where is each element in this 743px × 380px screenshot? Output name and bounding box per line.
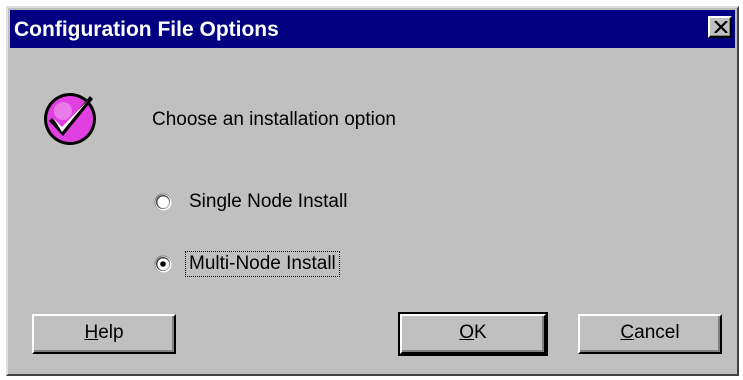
checkmark-icon [40, 88, 100, 148]
single-node-option[interactable]: Single Node Install [154, 190, 350, 214]
prompt-text: Choose an installation option [152, 109, 397, 130]
multi-node-label[interactable]: Multi-Node Install [185, 251, 340, 277]
configuration-dialog: Configuration File Options Choose an ins… [6, 6, 739, 376]
single-node-label[interactable]: Single Node Install [186, 190, 350, 214]
radio-button-selected[interactable] [154, 255, 172, 273]
help-label-rest: elp [98, 322, 124, 343]
close-button[interactable] [708, 16, 732, 38]
ok-button[interactable]: OK [398, 312, 548, 356]
cancel-button[interactable]: Cancel [578, 314, 722, 354]
cancel-label-rest: ancel [634, 322, 680, 343]
close-icon [714, 21, 728, 33]
window-title: Configuration File Options [14, 18, 279, 41]
help-button[interactable]: Help [32, 314, 176, 354]
radio-button[interactable] [154, 193, 172, 211]
help-mnemonic: H [84, 322, 99, 343]
title-bar[interactable]: Configuration File Options [10, 10, 735, 48]
ok-label-rest: K [474, 322, 487, 343]
cancel-mnemonic: C [620, 322, 635, 343]
ok-mnemonic: O [459, 322, 475, 343]
multi-node-option[interactable]: Multi-Node Install [154, 251, 340, 277]
